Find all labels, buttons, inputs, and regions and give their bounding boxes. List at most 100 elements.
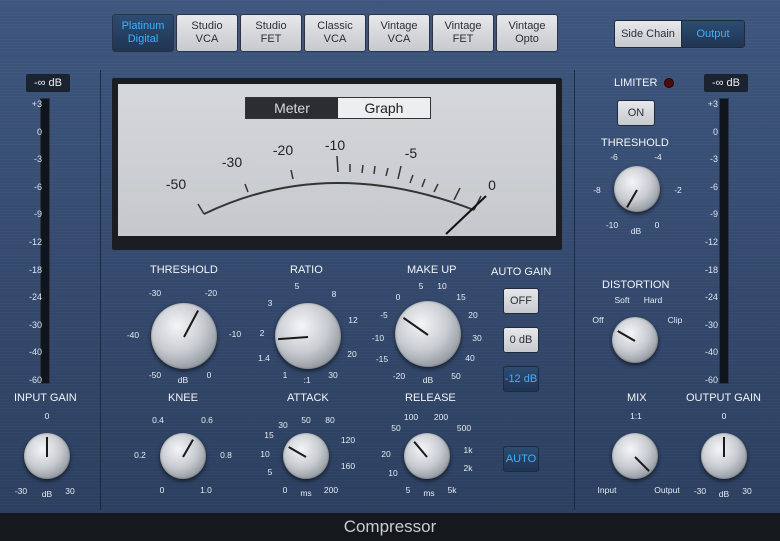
limiter-threshold-scale-label: -8 xyxy=(593,185,601,195)
auto-gain-label: AUTO GAIN xyxy=(491,266,552,278)
mix-scale-left: Input xyxy=(597,485,617,495)
input-meter-scale-label: -40 xyxy=(28,347,42,358)
knee-scale-label: 1.0 xyxy=(200,485,212,495)
release-scale-label: 2k xyxy=(463,463,473,473)
model-classic-vca[interactable]: Classic VCA xyxy=(304,14,366,52)
ratio-scale-label: 5 xyxy=(294,281,300,291)
output-meter-scale-label: -60 xyxy=(704,375,718,385)
knee-label: KNEE xyxy=(168,392,198,404)
input-meter-scale-label: -6 xyxy=(33,181,42,192)
output-gain-knob-indicator xyxy=(723,437,725,457)
vu-tick-label: -5 xyxy=(404,145,418,161)
release-scale-label: 500 xyxy=(456,423,472,433)
input-meter-scale-label: 0 xyxy=(36,126,42,137)
attack-scale-label: 10 xyxy=(260,449,270,459)
output-gain-scale-top: 0 xyxy=(721,411,727,421)
knee-scale-label: 0.6 xyxy=(201,415,213,425)
ratio-unit: :1 xyxy=(303,375,311,385)
input-gain-knob[interactable] xyxy=(24,433,70,479)
attack-knob[interactable] xyxy=(283,433,329,479)
knee-scale-label: 0.4 xyxy=(152,415,164,425)
input-meter-scale-label: -30 xyxy=(28,319,42,330)
distortion-knob[interactable] xyxy=(612,317,658,363)
makeup-scale-label: 20 xyxy=(468,310,478,320)
input-meter-scale-label: -12 xyxy=(28,237,42,247)
output-button[interactable]: Output xyxy=(681,21,744,47)
ratio-scale-label: 3 xyxy=(267,298,273,308)
knee-scale-label: 0.2 xyxy=(134,450,146,460)
output-meter-scale-label: -3 xyxy=(709,154,718,165)
limiter-threshold-scale-label: 0 xyxy=(654,220,660,230)
threshold-scale-label: -50 xyxy=(148,370,162,380)
distortion-hard-label: Hard xyxy=(643,295,663,305)
model-studio-fet[interactable]: Studio FET xyxy=(240,14,302,52)
model-platinum-digital[interactable]: Platinum Digital xyxy=(112,14,174,52)
limiter-threshold-scale-label: -6 xyxy=(610,152,618,162)
knee-knob[interactable] xyxy=(160,433,206,479)
attack-scale-label: 120 xyxy=(340,435,356,445)
threshold-scale-label: -40 xyxy=(126,330,140,340)
threshold-scale-label: 0 xyxy=(206,370,212,380)
auto-gain-off-button[interactable]: OFF xyxy=(503,288,539,314)
makeup-scale-label: -15 xyxy=(375,354,389,364)
limiter-threshold-knob[interactable] xyxy=(614,166,660,212)
release-scale-label: 100 xyxy=(403,412,419,422)
model-vintage-opto[interactable]: Vintage Opto xyxy=(496,14,558,52)
limiter-led xyxy=(664,78,674,88)
auto-gain-0db-button[interactable]: 0 dB xyxy=(503,327,539,353)
threshold-scale-label: -30 xyxy=(148,288,162,298)
limiter-threshold-scale-label: -2 xyxy=(674,185,682,195)
limiter-threshold-knob-indicator xyxy=(626,189,638,208)
threshold-label: THRESHOLD xyxy=(150,264,218,276)
divider-left xyxy=(100,70,101,510)
mix-scale-top: 1:1 xyxy=(630,411,642,421)
input-meter-scale-label: -3 xyxy=(33,154,42,165)
ratio-knob[interactable] xyxy=(275,303,341,369)
ratio-label: RATIO xyxy=(290,264,323,276)
vu-tick-label: -50 xyxy=(165,176,187,192)
side-chain-button[interactable]: Side Chain xyxy=(615,21,681,47)
ratio-scale-label: 12 xyxy=(348,315,358,325)
makeup-scale-label: 40 xyxy=(465,353,475,363)
ratio-scale-label: 8 xyxy=(331,289,337,299)
distortion-soft-label: Soft xyxy=(614,295,630,305)
limiter-on-button[interactable]: ON xyxy=(617,100,655,126)
output-gain-scale-left: -30 xyxy=(693,486,707,496)
attack-scale-label: 80 xyxy=(325,415,335,425)
limiter-label: LIMITER xyxy=(614,77,658,89)
mix-knob[interactable] xyxy=(612,433,658,479)
input-meter-scale-label: -60 xyxy=(28,375,42,385)
output-gain-scale-right: 30 xyxy=(742,486,752,496)
vu-tick-label: 0 xyxy=(488,177,496,193)
attack-scale-label: 160 xyxy=(340,461,356,471)
makeup-scale-label: -10 xyxy=(371,333,385,343)
model-studio-vca[interactable]: Studio VCA xyxy=(176,14,238,52)
output-meter-scale-label: -30 xyxy=(704,319,718,330)
makeup-scale-label: -20 xyxy=(392,371,406,381)
vu-tick-label: -30 xyxy=(221,154,243,170)
attack-knob-indicator xyxy=(288,446,307,458)
release-knob[interactable] xyxy=(404,433,450,479)
distortion-clip-label: Clip xyxy=(667,315,683,325)
output-gain-knob[interactable] xyxy=(701,433,747,479)
release-auto-button[interactable]: AUTO xyxy=(503,446,539,472)
vu-meter-dial xyxy=(197,155,487,235)
knee-knob-indicator xyxy=(182,439,194,458)
makeup-knob[interactable] xyxy=(395,301,461,367)
release-scale-label: 50 xyxy=(391,423,401,433)
output-gain-unit: dB xyxy=(718,489,730,499)
threshold-scale-label: -20 xyxy=(204,288,218,298)
model-vintage-fet[interactable]: Vintage FET xyxy=(432,14,494,52)
attack-scale-label: 200 xyxy=(323,485,339,495)
release-knob-indicator xyxy=(413,441,428,458)
model-vintage-vca[interactable]: Vintage VCA xyxy=(368,14,430,52)
mix-label: MIX xyxy=(627,392,647,404)
plugin-title: Compressor xyxy=(0,513,780,541)
vu-tick-label: -10 xyxy=(324,137,346,153)
auto-gain-minus12-button[interactable]: -12 dB xyxy=(503,366,539,392)
output-meter-scale-label: -12 xyxy=(704,237,718,247)
threshold-knob[interactable] xyxy=(151,303,217,369)
distortion-knob-indicator xyxy=(617,330,636,342)
input-gain-unit: dB xyxy=(41,489,53,499)
input-gain-scale-top: 0 xyxy=(44,411,50,421)
